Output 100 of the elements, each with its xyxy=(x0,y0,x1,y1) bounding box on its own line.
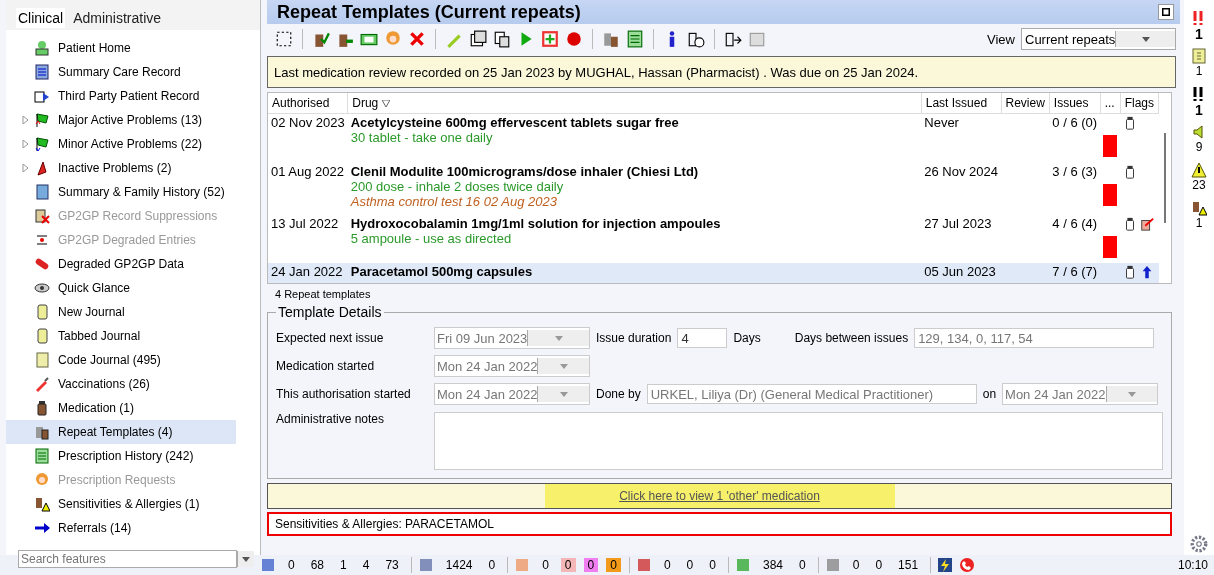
column-header[interactable]: Authorised xyxy=(268,93,348,114)
sidebar-item[interactable]: Referrals (14) xyxy=(6,516,260,540)
sidebar-item[interactable]: Summary Care Record xyxy=(6,60,260,84)
status-count: 0 xyxy=(851,558,861,572)
sidebar-item[interactable]: New Journal xyxy=(6,300,260,324)
date-dropdown[interactable]: Fri 09 Jun 2023 xyxy=(434,327,590,349)
bottle-clock-icon[interactable] xyxy=(687,30,705,48)
details-title: Template Details xyxy=(277,304,383,320)
caret-icon xyxy=(1141,36,1150,42)
date-dropdown[interactable]: Mon 24 Jan 2022 xyxy=(434,355,590,377)
status-count: 4 xyxy=(361,558,371,572)
date-dropdown[interactable]: Mon 24 Jan 2022 xyxy=(434,383,590,405)
caret-icon xyxy=(559,363,568,369)
search-field[interactable]: Search features xyxy=(18,550,237,568)
status-icon[interactable] xyxy=(635,557,652,573)
lightning-icon[interactable] xyxy=(937,557,954,573)
drug-name: Clenil Modulite 100micrograms/dose inhaler (Chiesi Ltd) xyxy=(350,163,700,179)
journal-icon xyxy=(34,328,50,344)
delete-icon[interactable] xyxy=(408,30,426,48)
expand-icon[interactable] xyxy=(20,163,30,173)
syringe-icon xyxy=(34,376,50,392)
field-label: Medication started xyxy=(276,359,376,373)
status-count: 73 xyxy=(384,558,400,572)
days-between-field[interactable]: 129, 134, 0, 117, 54 xyxy=(914,328,1155,348)
column-header[interactable]: ... xyxy=(1100,93,1121,114)
sidebar-item[interactable]: Inactive Problems (2) xyxy=(6,156,260,180)
view-dropdown[interactable]: Current repeats xyxy=(1021,28,1176,50)
sidebar-item[interactable]: Patient Home xyxy=(6,36,260,60)
copy-icon[interactable] xyxy=(493,30,511,48)
column-header[interactable]: Issues xyxy=(1049,93,1101,114)
alert-count: 1 xyxy=(1195,64,1203,80)
review-note: Asthma control test 16 02 Aug 2023 xyxy=(350,193,557,209)
sidebar-item[interactable]: Vaccinations (26) xyxy=(6,372,260,396)
sidebar-item[interactable]: Repeat Templates (4) xyxy=(6,420,236,444)
column-header[interactable]: Drug xyxy=(347,93,922,114)
sidebar-tab[interactable]: Clinical xyxy=(16,8,66,28)
list-icon[interactable] xyxy=(626,30,644,48)
other-medication-link[interactable]: Click here to view 1 'other' medication xyxy=(544,484,895,508)
restore-button[interactable] xyxy=(1158,4,1174,20)
status-count: 0 xyxy=(798,558,807,572)
status-icon[interactable] xyxy=(260,557,276,573)
column-header[interactable]: Review xyxy=(1001,93,1050,114)
expand-icon[interactable] xyxy=(20,139,30,149)
phone-icon[interactable] xyxy=(959,557,976,573)
window-icon[interactable] xyxy=(469,30,487,48)
status-count: 0 xyxy=(541,558,550,572)
alert-count: 9 xyxy=(1195,140,1203,156)
bottle-arrow-icon[interactable] xyxy=(724,30,742,48)
status-count: 0 xyxy=(874,558,884,572)
status-icon[interactable] xyxy=(417,557,434,573)
sidebar-item[interactable]: Medication (1) xyxy=(6,396,260,420)
table-cell: 27 Jul 2023 xyxy=(921,214,1001,264)
table-cell: 4 / 6 (4) xyxy=(1049,214,1101,264)
bottles-icon[interactable] xyxy=(602,30,620,48)
done-by-field[interactable]: URKEL, Liliya (Dr) (General Medical Practitioner) xyxy=(646,384,977,404)
sidebar-item[interactable]: Prescription History (242) xyxy=(6,444,260,468)
dosage-text: 5 ampoule - use as directed xyxy=(350,230,512,246)
table-cell: 02 Nov 2023 xyxy=(268,113,348,163)
date-dropdown[interactable]: Mon 24 Jan 2022 xyxy=(1002,383,1159,405)
eye-icon xyxy=(34,280,50,296)
status-count: 151 xyxy=(897,558,920,572)
bottle-tick-icon[interactable] xyxy=(312,30,330,48)
table-cell: 13 Jul 2022 xyxy=(268,214,348,264)
warning-icon[interactable] xyxy=(1191,162,1207,178)
flag-icon xyxy=(34,136,50,152)
select-icon[interactable] xyxy=(275,30,293,48)
status-icon[interactable] xyxy=(824,557,841,573)
column-header[interactable]: Flags xyxy=(1120,93,1159,114)
sidebar-item[interactable]: Tabbed Journal xyxy=(6,324,260,348)
notes-field[interactable] xyxy=(434,412,1163,470)
column-header[interactable]: Last Issued xyxy=(921,93,1001,114)
review-banner: Last medication review recorded on 25 Jan 2023 by MUGHAL, Hassan (Pharmacist) . Was due on 25 Jan 2024. xyxy=(267,56,1176,88)
table-cell-text: 26 Nov 2024 xyxy=(923,162,999,181)
expand-icon[interactable] xyxy=(20,115,30,125)
table-cell-text: 01 Aug 2022 xyxy=(270,162,346,181)
clock-time: 10:10 xyxy=(1177,558,1209,572)
table-cell: Never xyxy=(921,113,1001,163)
add-icon[interactable] xyxy=(541,30,559,48)
sidebar-item[interactable]: Summary & Family History (52) xyxy=(6,180,260,204)
panel-title: Repeat Templates (Current repeats) xyxy=(277,1,581,23)
sidebar-item[interactable]: Quick Glance xyxy=(6,276,260,300)
status-count: 0 xyxy=(287,558,296,572)
caret-icon xyxy=(1127,391,1136,397)
sidebar-item[interactable]: Minor Active Problems (22) xyxy=(6,132,260,156)
drug-name: Paracetamol 500mg capsules xyxy=(350,264,534,280)
sidebar-item[interactable]: Third Party Patient Record xyxy=(6,84,260,108)
status-count: 0 xyxy=(606,558,621,572)
dropdown-button[interactable] xyxy=(237,551,254,567)
duration-field[interactable]: 4 xyxy=(677,328,728,348)
status-icon[interactable] xyxy=(735,557,751,573)
bottle-icon xyxy=(34,400,50,416)
allergy-icon[interactable] xyxy=(1191,200,1207,216)
arrow-icon xyxy=(34,520,50,536)
sidebar-item[interactable]: Degraded GP2GP Data xyxy=(6,252,260,276)
drug-name: Hydroxocobalamin 1mg/1ml solution for injection ampoules xyxy=(350,215,722,231)
sidebar-item[interactable]: Sensitivities & Allergies (1) xyxy=(6,492,260,516)
sidebar-item[interactable]: Code Journal (495) xyxy=(6,348,260,372)
sidebar-item[interactable]: Major Active Problems (13) xyxy=(6,108,260,132)
alert-count: 1 xyxy=(1195,102,1203,120)
settings-icon[interactable] xyxy=(1190,535,1208,553)
